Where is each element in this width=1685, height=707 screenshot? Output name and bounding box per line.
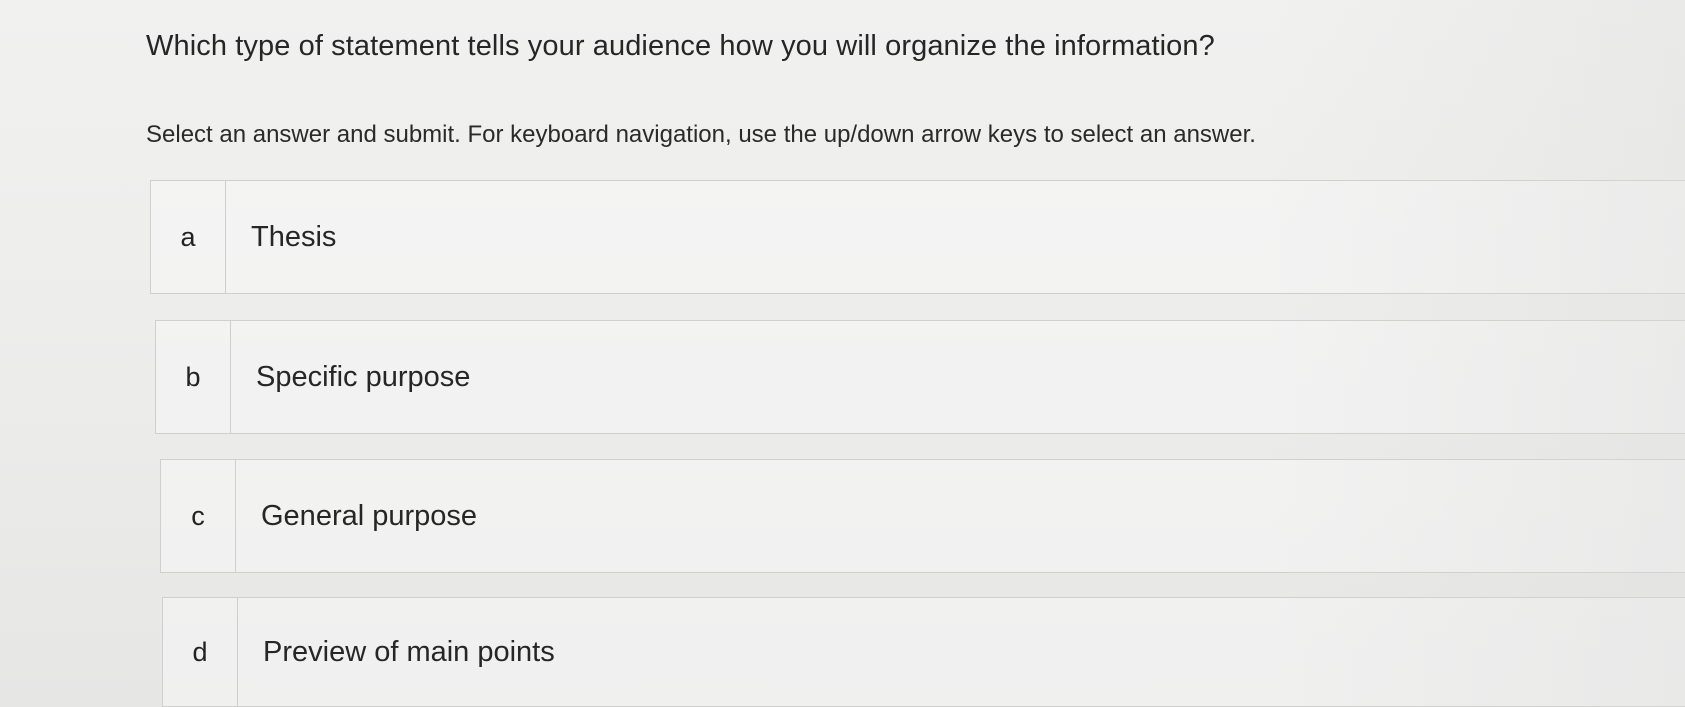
option-letter: c — [161, 460, 236, 572]
answer-option-b[interactable]: b Specific purpose — [155, 320, 1685, 434]
option-letter: b — [156, 321, 231, 433]
answer-option-a[interactable]: a Thesis — [150, 180, 1685, 294]
answer-option-c[interactable]: c General purpose — [160, 459, 1685, 573]
option-label: Specific purpose — [256, 360, 471, 393]
option-letter: d — [163, 598, 238, 706]
answer-option-d[interactable]: d Preview of main points — [162, 597, 1685, 707]
answer-options: a Thesis b Specific purpose c General pu… — [0, 0, 1685, 707]
option-letter: a — [151, 181, 226, 293]
quiz-page: Which type of statement tells your audie… — [0, 0, 1685, 707]
option-label: Thesis — [251, 220, 337, 253]
option-label: General purpose — [261, 499, 478, 532]
option-label: Preview of main points — [263, 635, 555, 668]
